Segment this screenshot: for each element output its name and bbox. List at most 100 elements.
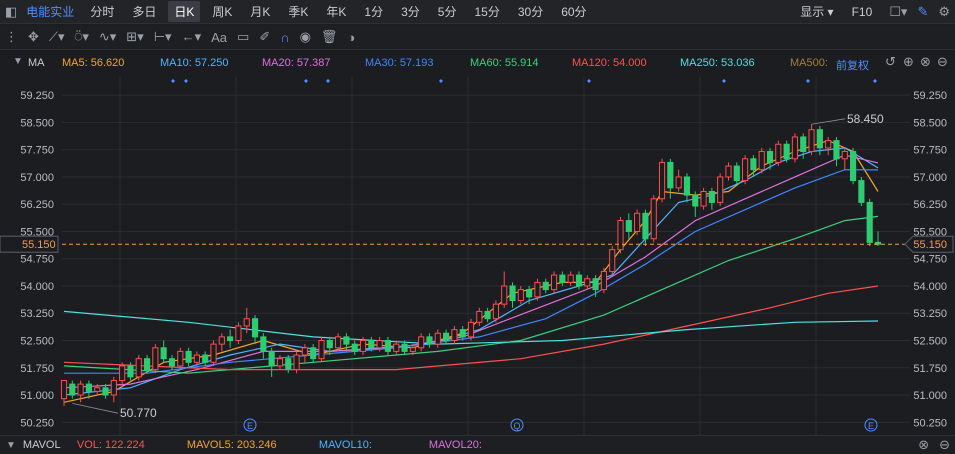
candle-body <box>634 212 641 232</box>
eraser-icon[interactable]: ✐ <box>259 29 270 45</box>
trendline-icon[interactable]: ⟋▾ <box>49 29 65 45</box>
y-tick-left: 58.500 <box>20 117 54 129</box>
channel-icon[interactable]: ⍥▾ <box>75 29 89 45</box>
minus-icon[interactable]: ⊖ <box>937 54 948 70</box>
crosshair-icon[interactable]: ✥ <box>28 29 39 45</box>
tab-period-4[interactable]: 月K <box>244 1 276 22</box>
candle-body <box>268 350 275 367</box>
f10-button[interactable]: F10 <box>846 3 879 21</box>
event-dot-marker <box>873 79 877 83</box>
close-icon[interactable]: ⊗ <box>918 437 929 453</box>
mavol10-value: MAVOL10: <box>318 439 372 451</box>
event-marker-label[interactable]: E <box>247 421 253 431</box>
y-tick-right: 52.500 <box>913 336 947 348</box>
tab-period-9[interactable]: 5分 <box>432 1 463 22</box>
checkbox-icon[interactable]: ☐▾ <box>889 4 907 20</box>
tab-period-6[interactable]: 年K <box>320 1 352 22</box>
pen-icon[interactable]: ✎ <box>917 4 928 20</box>
candle-body <box>235 325 242 342</box>
ma-legend-item-5: MA120: 54.000 <box>572 57 647 69</box>
toggle-icon[interactable]: ◑ <box>347 30 355 45</box>
candle-body <box>177 350 184 367</box>
event-marker-label[interactable]: E <box>868 421 874 431</box>
comment-icon[interactable]: ▭ <box>237 29 249 45</box>
trash-icon[interactable]: 🗑 <box>321 29 338 45</box>
candle-body <box>584 278 591 287</box>
y-tick-right: 53.250 <box>913 308 947 320</box>
candle-body <box>343 336 350 345</box>
tab-period-10[interactable]: 15分 <box>468 1 505 22</box>
candle-body <box>625 220 632 232</box>
candle-body <box>60 379 68 400</box>
current-price-label-right: 55.150 <box>913 239 947 251</box>
volume-legend-bar: ▼ MAVOL VOL: 122.224 MAVOL5: 203.246 MAV… <box>0 435 955 454</box>
kline-chart[interactable]: 59.250 59.250 58.500 58.500 57.750 57.750 57.0… <box>0 77 955 435</box>
wave-icon[interactable]: ∿▾ <box>99 29 116 45</box>
candle-body <box>816 129 823 149</box>
tab-period-5[interactable]: 季K <box>282 1 314 22</box>
y-tick-right: 51.750 <box>913 363 947 375</box>
y-tick-left: 51.000 <box>20 390 54 402</box>
minus-icon[interactable]: ⊖ <box>939 437 950 453</box>
candle-body <box>567 274 574 283</box>
tab-period-1[interactable]: 多日 <box>126 1 162 22</box>
close-icon[interactable]: ⊗ <box>920 54 931 70</box>
candle-body <box>168 358 176 367</box>
candle-body <box>119 365 126 381</box>
range-icon[interactable]: ⊢▾ <box>154 29 172 45</box>
candle-body <box>534 281 541 298</box>
candle-body <box>243 318 250 327</box>
candle-body <box>517 289 524 302</box>
candle-body <box>368 340 375 349</box>
stock-name[interactable]: 电能实业 <box>26 3 74 20</box>
eye-icon[interactable]: ◉ <box>300 29 311 45</box>
candle-body <box>160 347 167 360</box>
event-dot-marker <box>304 79 308 83</box>
candle-body <box>152 347 159 371</box>
candle-body <box>775 143 782 163</box>
tab-period-2[interactable]: 日K <box>168 1 201 22</box>
tab-period-8[interactable]: 3分 <box>395 1 426 22</box>
candle-body <box>285 358 292 371</box>
candle-body <box>559 274 566 283</box>
tab-period-12[interactable]: 60分 <box>555 1 592 22</box>
ma-legend-bar: ▼ MA MA5: 56.620 MA10: 57.250 MA20: 57.387… <box>0 51 955 77</box>
ma-line-ma60 <box>63 215 879 374</box>
candle-body <box>69 383 76 396</box>
arrow-icon[interactable]: ←▾ <box>182 29 202 45</box>
fibonacci-icon[interactable]: ⊞▾ <box>126 29 143 45</box>
y-tick-right: 58.500 <box>913 117 947 129</box>
tab-period-3[interactable]: 周K <box>206 1 238 22</box>
candle-body <box>492 303 499 320</box>
tab-period-11[interactable]: 30分 <box>512 1 549 22</box>
candle-body <box>667 161 674 189</box>
chevron-down-icon[interactable]: ▼ <box>6 440 16 451</box>
candle-body <box>717 176 724 203</box>
candle-body <box>301 347 308 356</box>
event-marker-label[interactable]: Q <box>513 421 520 431</box>
low-annotation: 50.770 <box>120 406 157 420</box>
candle-body <box>459 329 466 338</box>
candle-body <box>351 343 358 352</box>
high-annotation-leader <box>811 118 846 125</box>
display-menu[interactable]: 显示 ▾ <box>794 1 839 22</box>
magnet-icon[interactable]: ∩ <box>280 30 289 45</box>
candle-body <box>293 354 300 371</box>
ma-label: MA <box>28 57 45 69</box>
candle-body <box>227 336 234 342</box>
mavol5-value: MAVOL5: 203.246 <box>186 439 277 451</box>
tab-period-7[interactable]: 1分 <box>358 1 389 22</box>
sidebar-toggle-icon[interactable]: ◧ <box>5 4 17 20</box>
chevron-down-icon[interactable]: ▼ <box>13 56 23 67</box>
event-dot-marker <box>171 79 175 83</box>
gear-icon[interactable]: ⚙ <box>938 4 950 20</box>
y-tick-left: 53.250 <box>20 308 54 320</box>
add-icon[interactable]: ⊕ <box>903 54 914 70</box>
adjust-label[interactable]: 前复权 <box>836 57 869 73</box>
candle-body <box>393 343 400 352</box>
candle-body <box>766 151 774 163</box>
text-icon[interactable]: Aa <box>211 30 227 45</box>
candle-body <box>110 379 117 396</box>
undo-icon[interactable]: ↺ <box>885 54 896 70</box>
tab-period-0[interactable]: 分时 <box>84 1 120 22</box>
